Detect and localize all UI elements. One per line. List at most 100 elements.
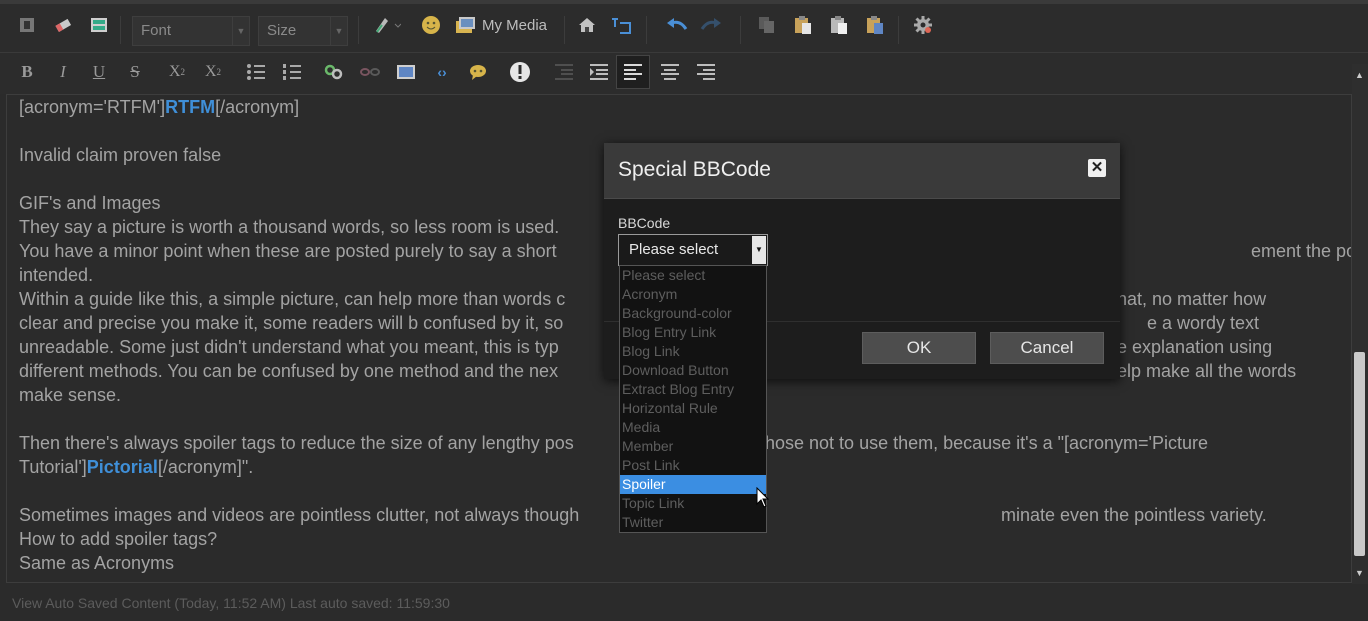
copy-icon[interactable] (754, 12, 780, 38)
editor-line: intended. (19, 263, 93, 287)
font-dropdown-label: Font (141, 22, 172, 39)
chevron-down-icon: ▼ (752, 236, 766, 264)
toolbar-top: Font ▼ Size ▼ My Media (0, 0, 1368, 52)
editor-text: Within a guide like this, a simple pictu… (19, 289, 566, 309)
paste-word-icon[interactable] (862, 12, 888, 38)
ok-button[interactable]: OK (862, 332, 976, 364)
bbcode-select[interactable]: Please select ▼ (618, 234, 768, 266)
italic-icon[interactable]: I (50, 59, 76, 85)
scrollbar-thumb[interactable] (1354, 352, 1365, 556)
home-icon[interactable] (574, 12, 600, 38)
paste-icon[interactable] (790, 12, 816, 38)
underline-icon[interactable]: U (86, 59, 112, 85)
paste-text-icon[interactable] (826, 12, 852, 38)
image-icon[interactable] (393, 59, 419, 85)
bold-icon[interactable]: B (14, 59, 40, 85)
editor-line-continuation: help make all the words (1107, 361, 1297, 381)
align-center-icon[interactable] (657, 59, 683, 85)
my-media-label: My Media (482, 16, 548, 34)
bbcode-option[interactable]: Extract Blog Entry (620, 380, 766, 399)
editor-text: [acronym='RTFM'] (19, 97, 166, 117)
scroll-down-icon[interactable]: ▼ (1355, 568, 1364, 578)
editor-text: make sense. (19, 385, 122, 405)
editor-line-continuation: hose not to use them, because it's a "[a… (765, 433, 1208, 453)
editor-line-continuation: he explanation using (1107, 337, 1273, 357)
eraser-icon[interactable] (50, 12, 76, 38)
text-color-icon[interactable] (370, 12, 404, 38)
cancel-button[interactable]: Cancel (990, 332, 1104, 364)
outdent-icon[interactable] (551, 59, 577, 85)
editor-line: Then there's always spoiler tags to redu… (19, 431, 574, 455)
editor-text: How to add spoiler tags? (19, 529, 218, 549)
special-bbcode-icon[interactable] (507, 59, 533, 85)
media-icon (456, 17, 475, 33)
subscript-icon[interactable]: X2 (164, 59, 190, 85)
editor-line: different methods. You can be confused b… (19, 359, 558, 383)
indent-icon[interactable] (586, 59, 612, 85)
bbcode-option[interactable]: Acronym (620, 285, 766, 304)
bbcode-option[interactable]: Horizontal Rule (620, 399, 766, 418)
editor-line: Within a guide like this, a simple pictu… (19, 287, 565, 311)
superscript-icon[interactable]: X2 (200, 59, 226, 85)
my-media-button[interactable]: My Media (455, 12, 555, 38)
bbcode-option[interactable]: Media (620, 418, 766, 437)
editor-line: clear and precise you make it, some read… (19, 311, 563, 335)
code-icon[interactable]: ‹› (429, 59, 455, 85)
bbcode-option[interactable]: Topic Link (620, 494, 766, 513)
editor-text: Then there's always spoiler tags to redu… (19, 433, 574, 453)
editor-line: [acronym='RTFM']RTFM[/acronym] (19, 95, 299, 119)
editor-line-continuation: ement the poster (1251, 241, 1351, 261)
editor-text: You have a minor point when these are po… (19, 241, 557, 261)
editor-text: [/acronym] (215, 97, 300, 117)
font-dropdown[interactable]: Font ▼ (132, 16, 250, 46)
bbcode-option[interactable]: Please select (620, 266, 766, 285)
chevron-down-icon: ▼ (330, 17, 347, 45)
gear-icon[interactable] (910, 12, 936, 38)
autosave-status[interactable]: View Auto Saved Content (Today, 11:52 AM… (0, 590, 1368, 621)
align-right-icon[interactable] (693, 59, 719, 85)
strikethrough-icon[interactable]: S (122, 59, 148, 85)
editor-line: Invalid claim proven false (19, 143, 221, 167)
editor-text: They say a picture is worth a thousand w… (19, 217, 560, 237)
editor-text: different methods. You can be confused b… (19, 361, 559, 381)
bbcode-option[interactable]: Member (620, 437, 766, 456)
emoticon-icon[interactable] (418, 12, 444, 38)
anchor-icon[interactable] (608, 12, 634, 38)
close-icon[interactable]: ✕ (1088, 159, 1106, 177)
editor-line: Same as Acronyms (19, 551, 174, 575)
quote-icon[interactable] (465, 59, 491, 85)
numbered-list-icon[interactable] (279, 59, 305, 85)
link-icon[interactable] (321, 59, 347, 85)
bbcode-option[interactable]: Post Link (620, 456, 766, 475)
editor-line: Tutorial']Pictorial[/acronym]". (19, 455, 253, 479)
bbcode-options-list[interactable]: Please select Acronym Background-color Blog… (619, 265, 767, 533)
bbcode-option[interactable]: Download Button (620, 361, 766, 380)
mouse-cursor-icon (756, 487, 770, 508)
bbcode-option[interactable]: Blog Entry Link (620, 323, 766, 342)
editor-text: GIF's and Images (19, 193, 161, 213)
editor-line-continuation: minate even the pointless variety. (1001, 505, 1267, 525)
undo-icon[interactable] (664, 12, 690, 38)
size-dropdown[interactable]: Size ▼ (258, 16, 348, 46)
bbcode-option[interactable]: Background-color (620, 304, 766, 323)
bbcode-option[interactable]: Twitter (620, 513, 766, 532)
editor-text: Tutorial'] (19, 457, 87, 477)
scroll-up-icon[interactable]: ▲ (1355, 70, 1364, 80)
editor-line: They say a picture is worth a thousand w… (19, 215, 559, 239)
source-icon[interactable] (14, 12, 40, 38)
align-left-icon[interactable] (616, 55, 650, 89)
scrollbar[interactable]: ▲ ▼ (1352, 64, 1368, 584)
editor-text: intended. (19, 265, 94, 285)
toolbar-formatting: B I U S X2 X2 ‹› (0, 52, 1368, 94)
bullet-list-icon[interactable] (243, 59, 269, 85)
editor-text: unreadable. Some just didn't understand … (19, 337, 559, 357)
editor-line: You have a minor point when these are po… (19, 239, 557, 263)
bbcode-option[interactable]: Blog Link (620, 342, 766, 361)
dialog-header: Special BBCode ✕ (604, 143, 1120, 199)
bbcode-field-label: BBCode (618, 215, 671, 231)
redo-icon[interactable] (698, 12, 724, 38)
unlink-icon[interactable] (357, 59, 383, 85)
templates-icon[interactable] (86, 12, 112, 38)
editor-text: Sometimes images and videos are pointles… (19, 505, 580, 525)
bbcode-option[interactable]: Spoiler (620, 475, 766, 494)
